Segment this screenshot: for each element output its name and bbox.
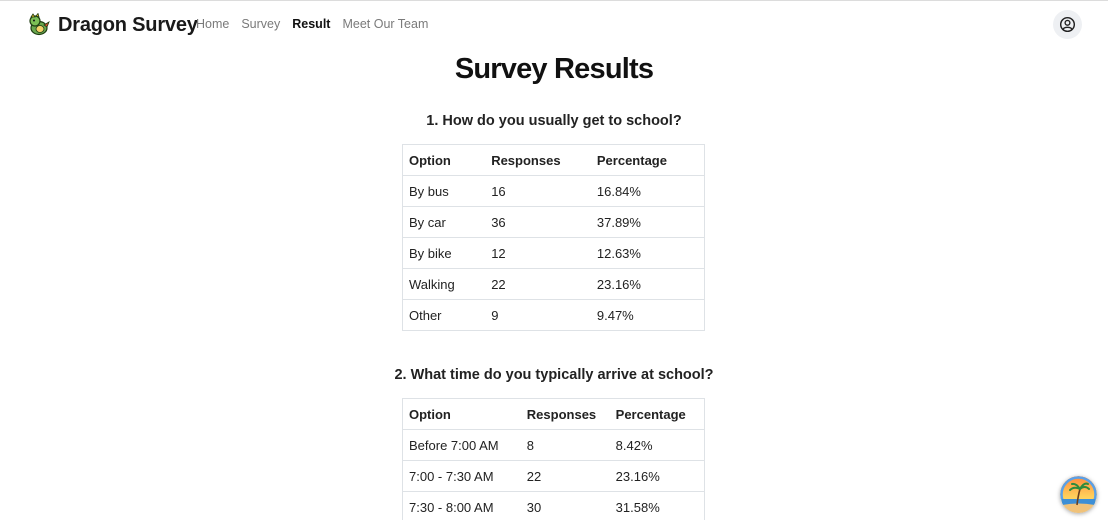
column-header-responses: Responses [485,144,591,176]
cell-responses: 22 [520,460,610,492]
nav-survey[interactable]: Survey [241,15,280,33]
page-title: Survey Results [454,53,654,85]
question-2-title: 2. What time do you typically arrive at … [394,367,714,383]
cell-percentage: 31.58% [609,491,705,520]
brand-name: Dragon Survey [58,14,198,36]
nav-meet-our-team[interactable]: Meet Our Team [342,15,428,33]
cell-responses: 30 [520,491,610,520]
table-header-row: Option Responses Percentage [402,398,705,430]
navbar: Dragon Survey Home Survey Result Meet Ou… [0,1,1108,47]
cell-option: 7:00 - 7:30 AM [402,460,521,492]
page: Dragon Survey Home Survey Result Meet Ou… [0,0,1108,520]
table-row: 7:30 - 8:00 AM 30 31.58% [402,491,705,520]
question-2-table: Option Responses Percentage Before 7:00 … [402,398,705,520]
table-row: By car 36 37.89% [402,206,705,238]
table-row: Other 9 9.47% [402,299,705,331]
cell-percentage: 16.84% [590,175,705,207]
cell-percentage: 9.47% [590,299,705,331]
brand-link[interactable]: Dragon Survey [27,12,198,38]
cell-percentage: 23.16% [609,460,705,492]
column-header-percentage: Percentage [609,398,705,430]
cell-percentage: 23.16% [590,268,705,300]
question-1-title: 1. How do you usually get to school? [426,113,682,129]
cell-percentage: 37.89% [590,206,705,238]
table-row: Walking 22 23.16% [402,268,705,300]
column-header-option: Option [402,398,521,430]
beach-avatar-icon [1060,476,1097,513]
cell-percentage: 12.63% [590,237,705,269]
cell-responses: 12 [485,237,591,269]
table-row: 7:00 - 7:30 AM 22 23.16% [402,460,705,492]
cell-option: By bus [402,175,486,207]
nav-links: Home Survey Result Meet Our Team [196,15,440,33]
dragon-logo-icon [29,13,50,36]
cell-option: Walking [402,268,486,300]
cell-option: By bike [402,237,486,269]
table-row: By bus 16 16.84% [402,175,705,207]
cell-responses: 8 [520,429,610,461]
cell-responses: 9 [485,299,591,331]
nav-result[interactable]: Result [292,15,330,33]
cell-option: 7:30 - 8:00 AM [402,491,521,520]
cell-percentage: 8.42% [609,429,705,461]
table-row: By bike 12 12.63% [402,237,705,269]
column-header-percentage: Percentage [590,144,705,176]
floating-assistant-button[interactable] [1060,476,1097,513]
nav-home[interactable]: Home [196,15,229,33]
cell-option: Before 7:00 AM [402,429,521,461]
cell-responses: 22 [485,268,591,300]
table-header-row: Option Responses Percentage [402,144,705,176]
user-circle-icon [1059,16,1076,33]
cell-option: By car [402,206,486,238]
question-1-table: Option Responses Percentage By bus 16 16… [402,144,705,331]
column-header-responses: Responses [520,398,610,430]
column-header-option: Option [402,144,486,176]
user-menu-button[interactable] [1053,10,1082,39]
cell-responses: 16 [485,175,591,207]
cell-responses: 36 [485,206,591,238]
cell-option: Other [402,299,486,331]
table-row: Before 7:00 AM 8 8.42% [402,429,705,461]
